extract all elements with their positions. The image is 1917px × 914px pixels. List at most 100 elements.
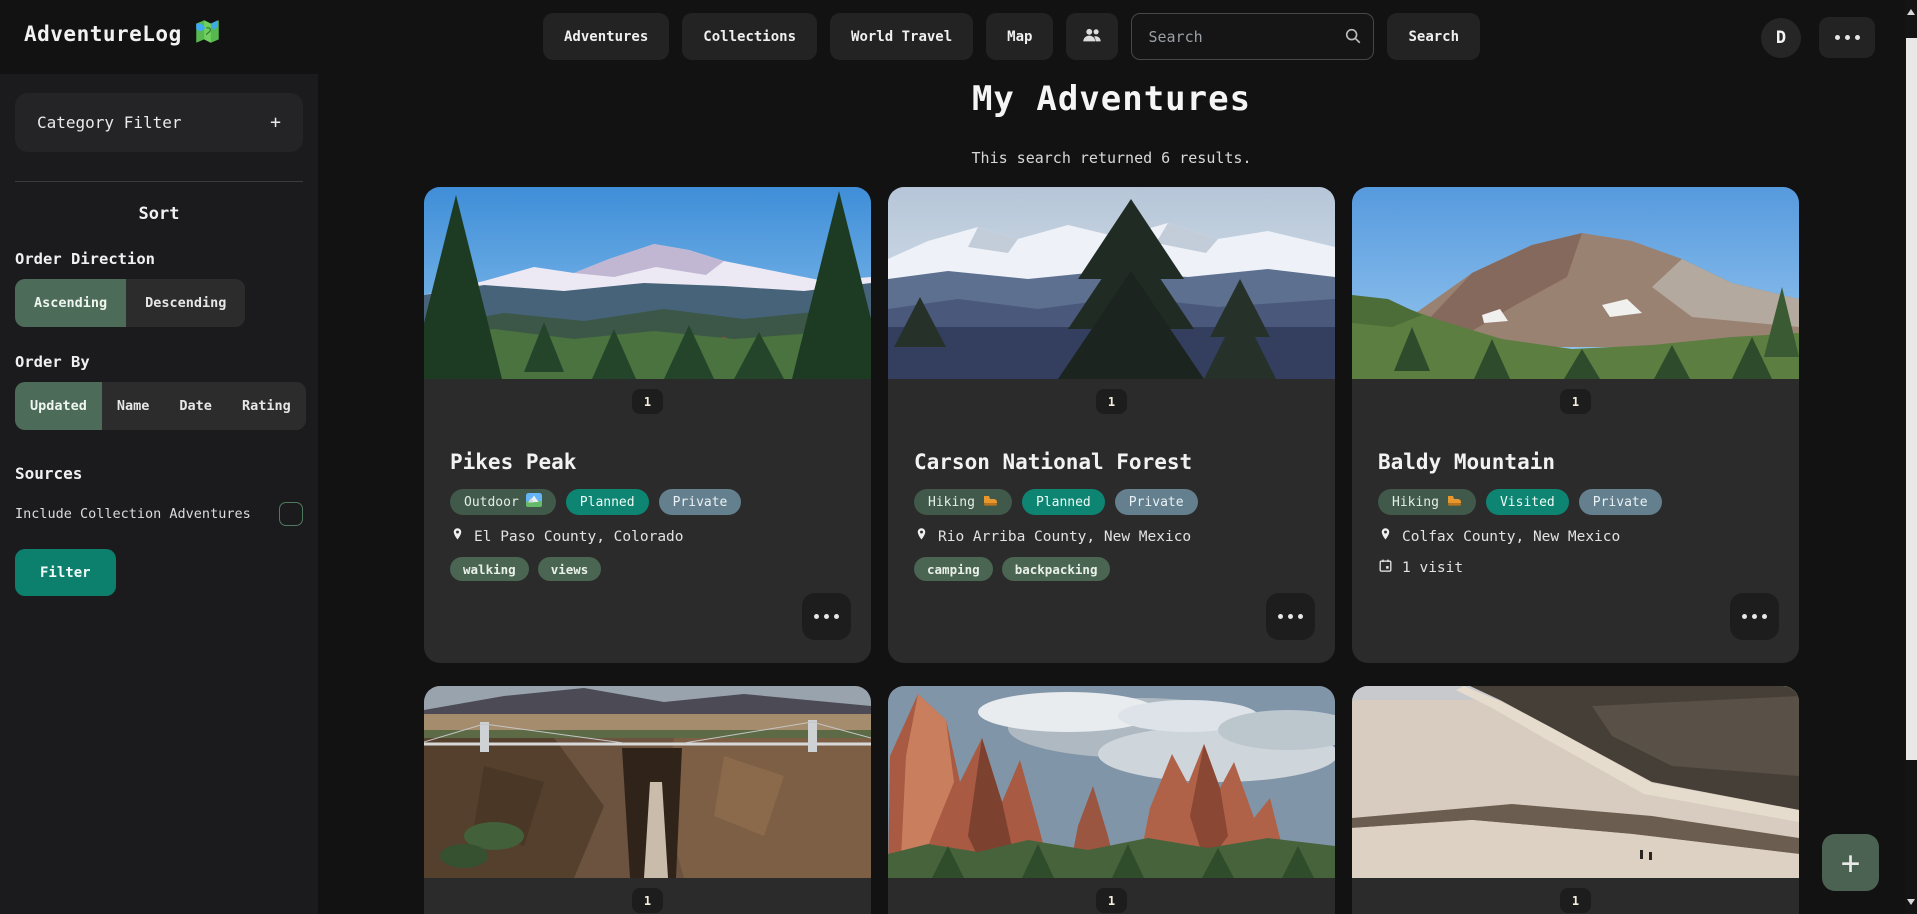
adventure-card[interactable]: 1 Pikes Peak Outdoor	[424, 187, 871, 663]
add-adventure-fab[interactable]: +	[1822, 834, 1879, 891]
avatar[interactable]: D	[1761, 18, 1801, 58]
filter-sidebar: Category Filter + Sort Order Direction A…	[0, 74, 318, 914]
category-badge: Hiking	[914, 489, 1012, 515]
tag: camping	[914, 557, 993, 581]
plus-expand-icon: +	[270, 112, 281, 133]
nav-adventures-button[interactable]: Adventures	[543, 13, 669, 60]
results-count-text: This search returned 6 results.	[318, 149, 1905, 167]
status-badge: Planned	[566, 489, 649, 515]
nav-map-button[interactable]: Map	[986, 13, 1053, 60]
ellipsis-icon	[814, 614, 839, 619]
nav-collections-button[interactable]: Collections	[682, 13, 817, 60]
adventure-count-badge: 1	[1560, 888, 1591, 913]
card-menu-button[interactable]	[1730, 593, 1779, 640]
shared-users-button[interactable]	[1066, 13, 1118, 60]
order-by-group: Updated Name Date Rating	[15, 382, 306, 430]
category-label: Hiking	[1392, 495, 1439, 510]
adventure-image[interactable]	[1352, 686, 1799, 878]
badge-row: Hiking Visited Private	[1378, 489, 1773, 515]
category-filter-label: Category Filter	[37, 113, 182, 132]
adventure-card[interactable]: 1 Carson National Forest Hiking	[888, 187, 1335, 663]
order-by-updated[interactable]: Updated	[15, 382, 102, 430]
card-menu-button[interactable]	[1266, 593, 1315, 640]
order-by-label: Order By	[15, 353, 303, 371]
sort-heading: Sort	[15, 204, 303, 224]
brand[interactable]: AdventureLog	[24, 18, 221, 49]
status-badge: Visited	[1486, 489, 1569, 515]
location-text: Rio Arriba County, New Mexico	[938, 529, 1191, 545]
calendar-icon	[1378, 558, 1393, 577]
adventure-count-badge: 1	[632, 389, 663, 414]
adventure-image[interactable]	[888, 187, 1335, 379]
primary-navigation: Adventures Collections World Travel Map	[543, 13, 1480, 60]
adventure-image[interactable]	[424, 187, 871, 379]
navbar-overflow-button[interactable]	[1819, 17, 1875, 58]
visits-text: 1 visit	[1402, 560, 1463, 576]
search-field-wrapper	[1131, 13, 1374, 60]
adventure-card[interactable]: 1 Baldy Mountain Hiking	[1352, 187, 1799, 663]
category-badge: Outdoor	[450, 489, 556, 515]
include-collection-row: Include Collection Adventures	[15, 502, 303, 526]
adventure-card[interactable]: 1	[888, 686, 1335, 914]
people-icon	[1081, 25, 1103, 49]
adventure-count-badge: 1	[1560, 389, 1591, 414]
category-filter-toggle[interactable]: Category Filter +	[15, 93, 303, 152]
search-icon	[1344, 27, 1362, 49]
scrollbar-thumb[interactable]	[1906, 38, 1917, 760]
order-by-name[interactable]: Name	[102, 382, 165, 430]
include-collection-checkbox[interactable]	[279, 502, 303, 526]
adventure-image[interactable]	[424, 686, 871, 878]
location-row: Colfax County, New Mexico	[1378, 526, 1773, 547]
visibility-badge: Private	[1115, 489, 1198, 515]
adventure-card[interactable]: 1	[424, 686, 871, 914]
order-direction-descending[interactable]: Descending	[126, 279, 245, 327]
page-scrollbar[interactable]	[1905, 0, 1917, 914]
filter-button[interactable]: Filter	[15, 549, 116, 596]
include-collection-label: Include Collection Adventures	[15, 506, 251, 522]
order-direction-label: Order Direction	[15, 250, 303, 268]
search-input[interactable]	[1131, 13, 1374, 60]
adventure-image[interactable]	[888, 686, 1335, 878]
sources-heading: Sources	[15, 464, 303, 483]
card-menu-button[interactable]	[802, 593, 851, 640]
national-park-emoji	[526, 493, 542, 511]
status-badge: Planned	[1022, 489, 1105, 515]
nav-world-travel-button[interactable]: World Travel	[830, 13, 973, 60]
brand-name: AdventureLog	[24, 22, 182, 46]
search-submit-button[interactable]: Search	[1387, 13, 1480, 60]
location-text: Colfax County, New Mexico	[1402, 529, 1620, 545]
card-body: Carson National Forest Hiking Plann	[888, 450, 1335, 581]
location-pin-icon	[450, 526, 465, 547]
tag: backpacking	[1002, 557, 1111, 581]
scroll-down-arrow-icon[interactable]	[1907, 899, 1915, 905]
adventure-card[interactable]: 1	[1352, 686, 1799, 914]
ellipsis-icon	[1835, 35, 1860, 40]
adventure-title: Pikes Peak	[450, 450, 845, 474]
tag: views	[538, 557, 602, 581]
adventure-count-badge: 1	[632, 888, 663, 913]
category-label: Hiking	[928, 495, 975, 510]
card-body: Baldy Mountain Hiking Visited	[1352, 450, 1799, 577]
adventure-title: Carson National Forest	[914, 450, 1309, 474]
adventurelog-app: AdventureLog Adventures Collections Worl…	[0, 0, 1917, 914]
tag: walking	[450, 557, 529, 581]
adventure-title: Baldy Mountain	[1378, 450, 1773, 474]
category-label: Outdoor	[464, 495, 519, 510]
hiking-boot-emoji	[982, 494, 998, 511]
order-direction-group: Ascending Descending	[15, 279, 245, 327]
location-pin-icon	[914, 526, 929, 547]
visibility-badge: Private	[1579, 489, 1662, 515]
tag-row: walking views	[450, 557, 845, 581]
scroll-up-arrow-icon[interactable]	[1907, 9, 1915, 15]
sidebar-divider	[15, 181, 303, 182]
location-pin-icon	[1378, 526, 1393, 547]
adventure-count-badge: 1	[1096, 389, 1127, 414]
tag-row: camping backpacking	[914, 557, 1309, 581]
order-by-rating[interactable]: Rating	[227, 382, 306, 430]
order-by-date[interactable]: Date	[164, 382, 227, 430]
adventure-image[interactable]	[1352, 187, 1799, 379]
order-direction-ascending[interactable]: Ascending	[15, 279, 126, 327]
visibility-badge: Private	[659, 489, 742, 515]
location-row: Rio Arriba County, New Mexico	[914, 526, 1309, 547]
badge-row: Outdoor Planned Private	[450, 489, 845, 515]
